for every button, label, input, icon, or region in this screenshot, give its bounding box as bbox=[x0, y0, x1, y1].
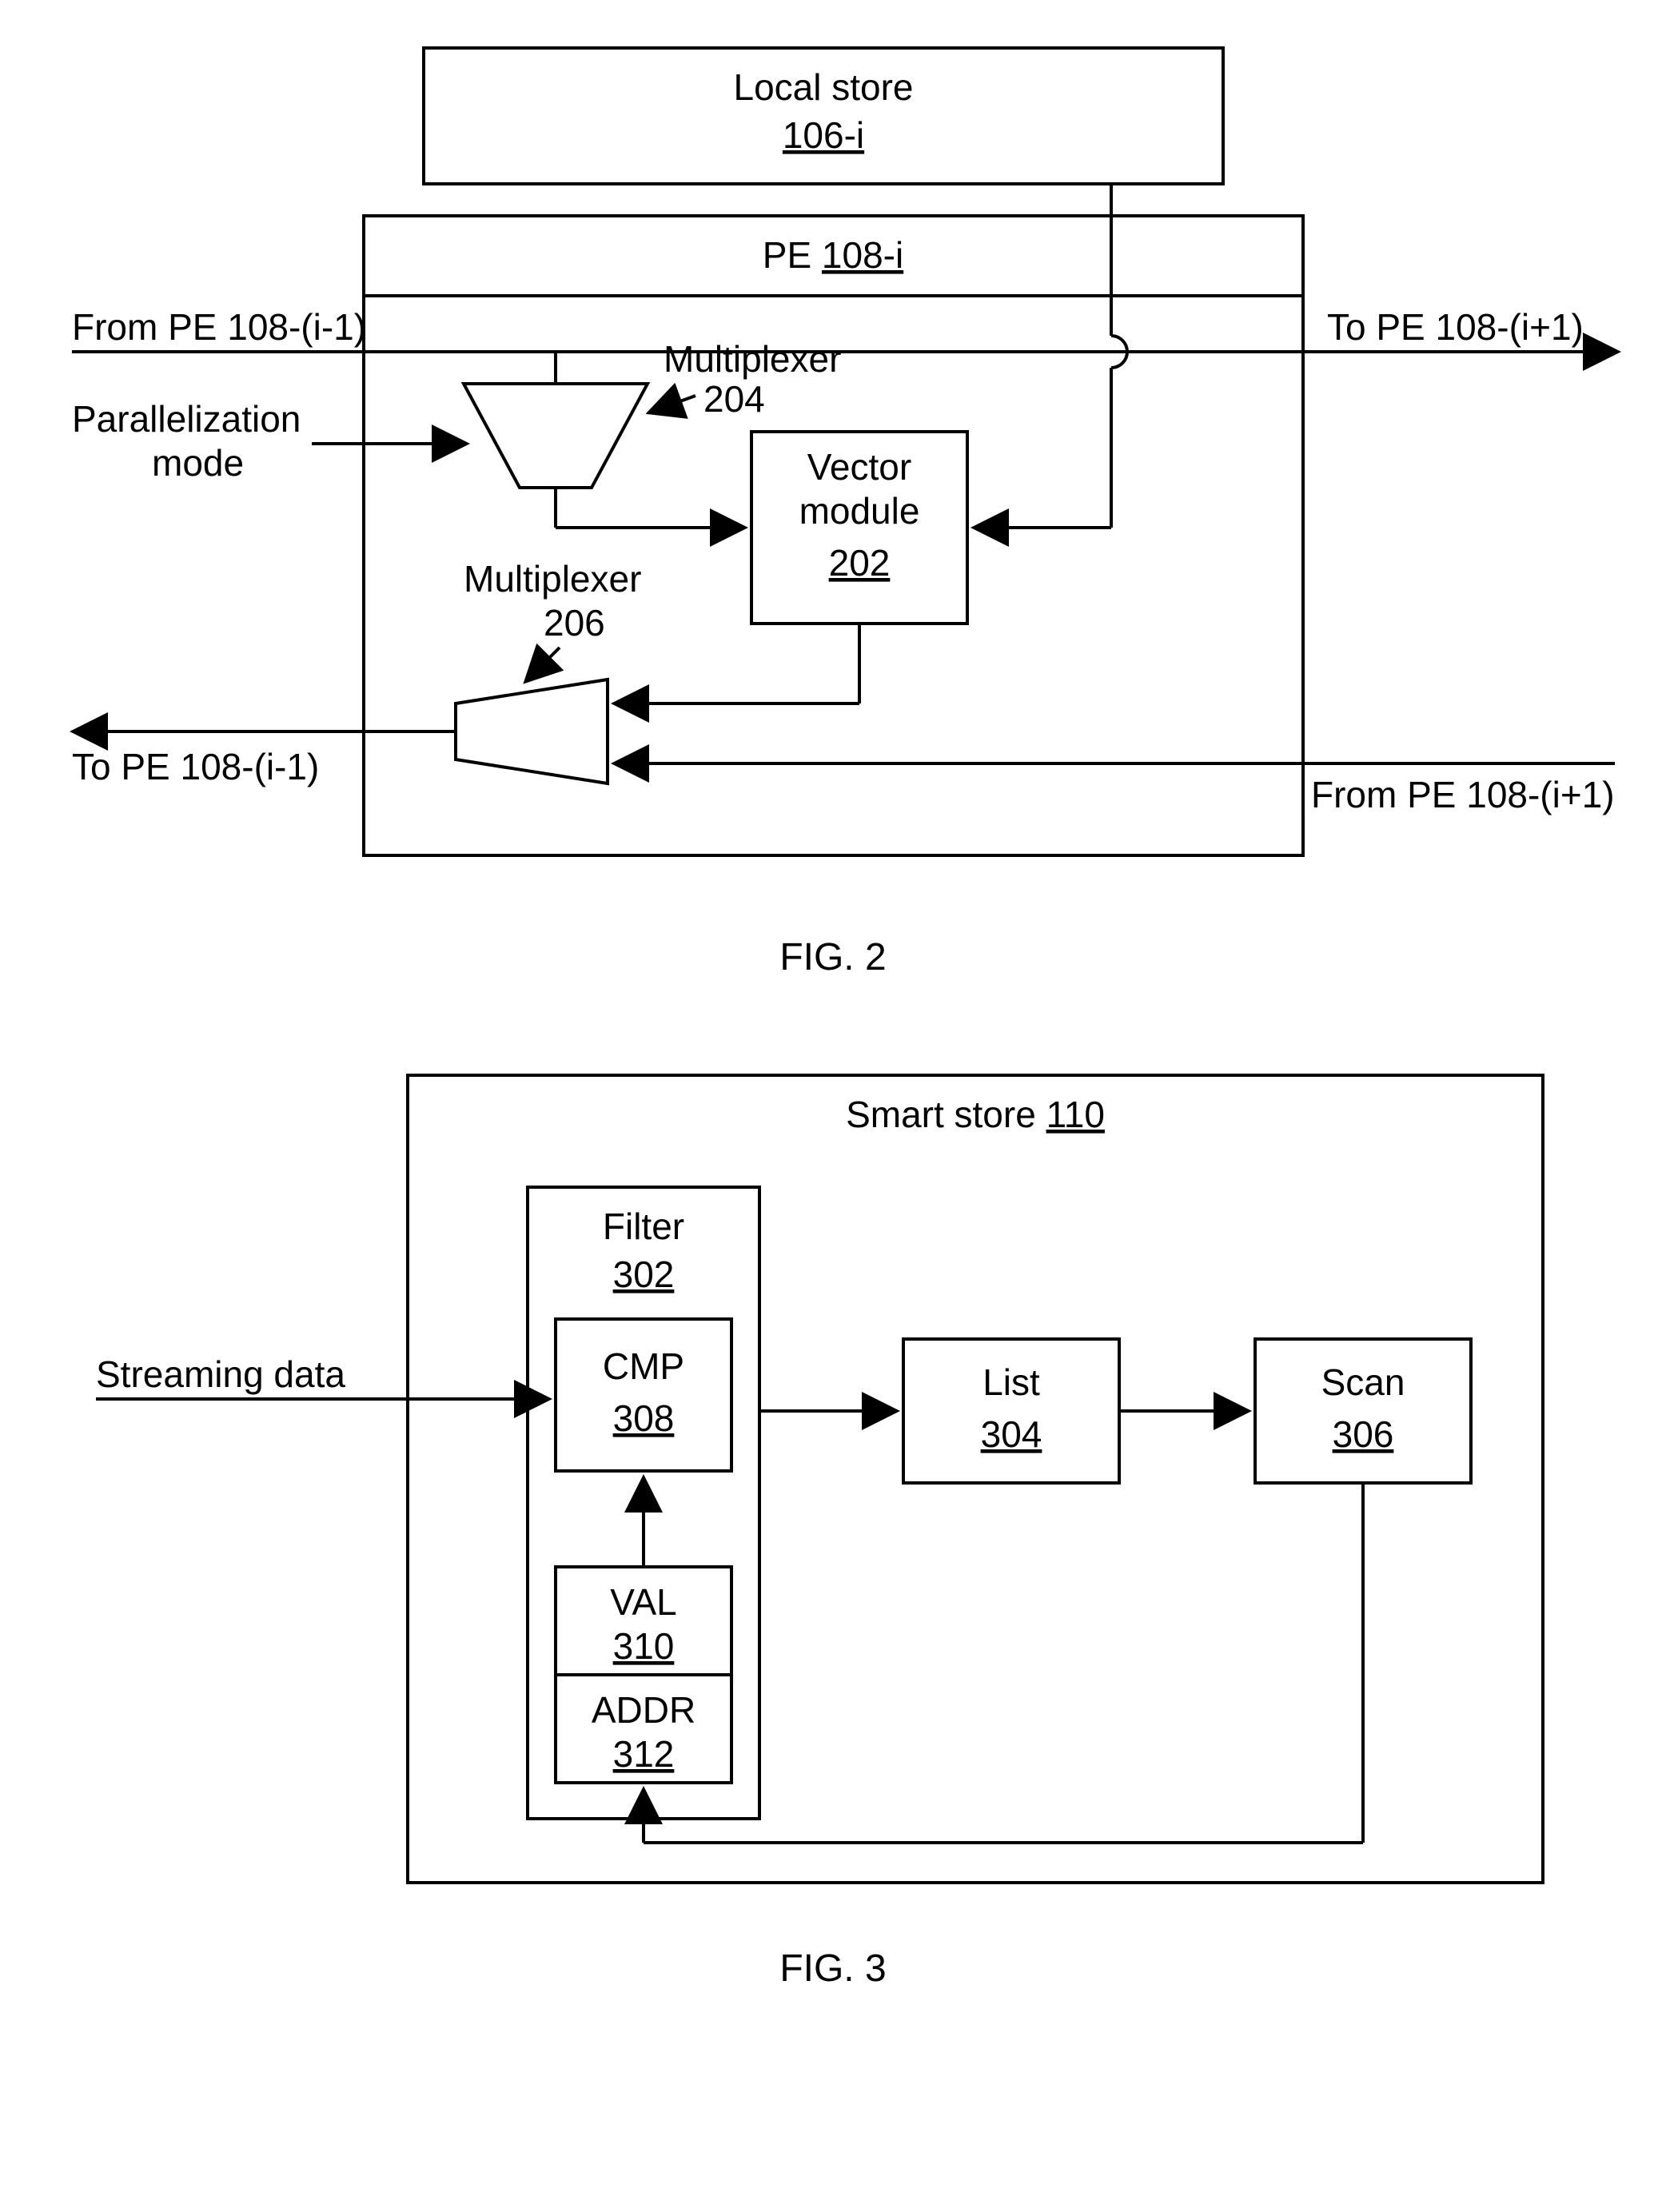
cmp-ref: 308 bbox=[613, 1397, 675, 1439]
to-next-label: To PE 108-(i+1) bbox=[1327, 306, 1584, 348]
list-label: List bbox=[982, 1361, 1040, 1403]
cmp-box bbox=[556, 1319, 731, 1471]
list-ref: 304 bbox=[981, 1413, 1042, 1455]
vector-label2: module bbox=[799, 490, 920, 532]
val-label: VAL bbox=[610, 1581, 677, 1623]
mux206-ref: 206 bbox=[544, 602, 605, 644]
streaming-label: Streaming data bbox=[96, 1353, 345, 1395]
vector-label1: Vector bbox=[807, 446, 911, 488]
cmp-label: CMP bbox=[603, 1345, 684, 1387]
filter-ref: 302 bbox=[613, 1253, 675, 1295]
mode-label: mode bbox=[152, 442, 244, 484]
scan-ref: 306 bbox=[1333, 1413, 1394, 1455]
from-prev-label: From PE 108-(i-1) bbox=[72, 306, 366, 348]
mux204-ref: 204 bbox=[703, 378, 765, 420]
local-store-label: Local store bbox=[733, 66, 913, 108]
mux206-label: Multiplexer bbox=[464, 558, 641, 600]
addr-ref: 312 bbox=[613, 1733, 675, 1775]
scan-label: Scan bbox=[1321, 1361, 1405, 1403]
to-prev-label: To PE 108-(i-1) bbox=[72, 746, 319, 787]
parallel-label: Parallelization bbox=[72, 398, 301, 440]
from-next-label: From PE 108-(i+1) bbox=[1311, 774, 1615, 815]
vector-ref: 202 bbox=[829, 542, 891, 584]
pe-label: PE 108-i bbox=[763, 234, 903, 276]
mux204-label: Multiplexer bbox=[664, 338, 841, 380]
local-store-ref: 106-i bbox=[783, 114, 864, 156]
smart-store-label: Smart store 110 bbox=[846, 1094, 1105, 1135]
addr-label: ADDR bbox=[592, 1689, 695, 1731]
scan-box bbox=[1255, 1339, 1471, 1483]
fig3-caption: FIG. 3 bbox=[32, 1947, 1634, 1991]
list-box bbox=[903, 1339, 1119, 1483]
fig2-diagram: Local store 106-i PE 108-i From PE 108-(… bbox=[32, 32, 1634, 911]
fig2-caption: FIG. 2 bbox=[32, 935, 1634, 979]
filter-label: Filter bbox=[603, 1206, 684, 1247]
fig3-diagram: Smart store 110 Filter 302 CMP 308 VAL 3… bbox=[32, 1043, 1634, 1923]
val-ref: 310 bbox=[613, 1625, 675, 1667]
